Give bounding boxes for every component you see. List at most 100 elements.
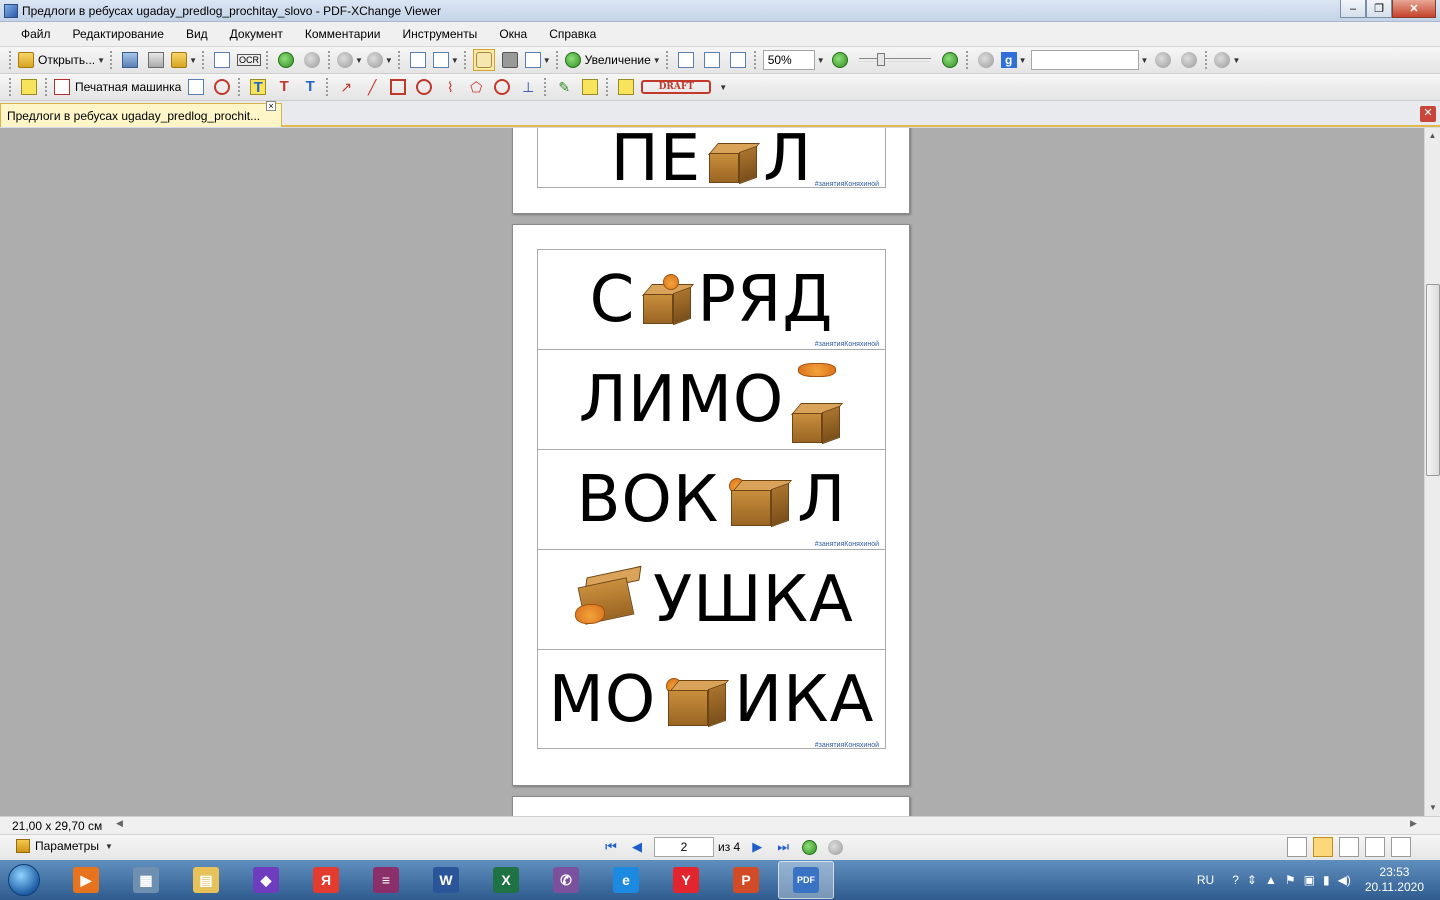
snapshot-button[interactable] <box>499 49 521 71</box>
zoom-slider[interactable] <box>858 53 931 66</box>
minimize-button[interactable]: – <box>1340 0 1366 18</box>
taskbar-app-button[interactable]: ≡ <box>358 861 414 899</box>
tray-arrows-icon[interactable]: ⇕ <box>1247 873 1257 887</box>
find-next-button[interactable] <box>1178 49 1200 71</box>
previous-view-icon[interactable] <box>800 838 818 856</box>
polyline-tool-button[interactable]: ⌇ <box>439 76 461 98</box>
taskbar-app-button[interactable]: Я <box>298 861 354 899</box>
taskbar-app-button[interactable]: X <box>478 861 534 899</box>
taskbar-app-button[interactable]: PDF <box>778 861 834 899</box>
taskbar-app-button[interactable]: ◆ <box>238 861 294 899</box>
fit-page-button[interactable] <box>701 49 723 71</box>
network-icon[interactable]: ▮ <box>1323 873 1330 887</box>
language-indicator[interactable]: RU <box>1197 873 1214 887</box>
menu-edit[interactable]: Редактирование <box>62 27 175 41</box>
typewriter-button[interactable]: Печатная машинка <box>54 76 181 98</box>
binoculars-button[interactable] <box>975 49 997 71</box>
start-button[interactable] <box>0 860 48 900</box>
taskbar-app-button[interactable]: ✆ <box>538 861 594 899</box>
toolbar-grip[interactable] <box>9 51 13 69</box>
clock[interactable]: 23:53 20.11.2020 <box>1365 865 1424 895</box>
save-button[interactable] <box>119 49 141 71</box>
vertical-scrollbar[interactable]: ▲ ▼ <box>1424 128 1440 816</box>
taskbar-app-button[interactable]: Y <box>658 861 714 899</box>
split-view-icon[interactable] <box>1391 837 1411 857</box>
show-hidden-icons[interactable]: ▲ <box>1265 873 1277 887</box>
maximize-button[interactable]: ❐ <box>1366 0 1392 18</box>
zoom-tool-button[interactable]: Увеличение ▼ <box>564 49 661 71</box>
document-tab[interactable]: Предлоги в ребусах ugaday_predlog_prochi… <box>0 103 282 127</box>
search-field[interactable]: ▼ <box>1030 49 1148 71</box>
eraser-tool-button[interactable] <box>579 76 601 98</box>
zoom-in-button[interactable] <box>939 49 961 71</box>
select-tool-button[interactable]: ▼ <box>524 49 551 71</box>
scroll-left-icon[interactable]: ◀ <box>116 818 123 829</box>
arrow-tool-button[interactable]: ↗ <box>335 76 357 98</box>
note-button[interactable] <box>18 76 40 98</box>
textbox-button[interactable] <box>185 76 207 98</box>
line-tool-button[interactable]: ╱ <box>361 76 383 98</box>
back-button[interactable] <box>275 49 297 71</box>
page-number-input[interactable]: 2 <box>654 837 714 857</box>
settings-button[interactable]: ▼ <box>1214 49 1240 71</box>
forward-button[interactable] <box>301 49 323 71</box>
highlight-button[interactable]: T <box>247 76 269 98</box>
strikeout-button[interactable]: T <box>273 76 295 98</box>
cloud-tool-button[interactable] <box>491 76 513 98</box>
polygon-tool-button[interactable]: ⬠ <box>465 76 487 98</box>
close-button[interactable]: ✕ <box>1392 0 1436 18</box>
continuous-facing-icon[interactable] <box>1365 837 1385 857</box>
menu-comments[interactable]: Комментарии <box>294 27 392 41</box>
pin-tool-button[interactable]: ⊥ <box>517 76 539 98</box>
callout-button[interactable] <box>211 76 233 98</box>
close-document-button[interactable]: ✕ <box>1420 106 1436 122</box>
print-button[interactable] <box>145 49 167 71</box>
taskbar-app-button[interactable]: e <box>598 861 654 899</box>
export-button[interactable]: ▼ <box>171 49 197 71</box>
taskbar-app-button[interactable]: ▦ <box>118 861 174 899</box>
action-center-icon[interactable]: ⚑ <box>1285 873 1296 887</box>
menu-help[interactable]: Справка <box>538 27 607 41</box>
scroll-up-icon[interactable]: ▲ <box>1425 128 1440 144</box>
hand-tool-button[interactable] <box>472 49 495 71</box>
taskbar-app-button[interactable]: W <box>418 861 474 899</box>
zoom-slider-thumb[interactable] <box>876 53 885 66</box>
taskbar-app-button[interactable]: ▶ <box>58 861 114 899</box>
rotate-button[interactable] <box>407 49 429 71</box>
scroll-down-icon[interactable]: ▼ <box>1425 800 1440 816</box>
actual-size-button[interactable] <box>675 49 697 71</box>
pages-button[interactable]: ▼ <box>432 49 459 71</box>
taskbar-app-button[interactable]: ▤ <box>178 861 234 899</box>
pencil-tool-button[interactable]: ✎ <box>553 76 575 98</box>
previous-page-icon[interactable]: ◀ <box>628 838 646 856</box>
parameters-button[interactable]: Параметры ▼ <box>16 839 113 853</box>
google-search-button[interactable]: g ▼ <box>1000 49 1027 71</box>
open-button[interactable]: Открыть... ▼ <box>18 49 105 71</box>
ocr-button[interactable]: OCR <box>236 49 261 71</box>
single-page-icon[interactable] <box>1287 837 1307 857</box>
menu-windows[interactable]: Окна <box>488 27 538 41</box>
first-page-icon[interactable]: ⏮ <box>602 838 620 856</box>
oval-tool-button[interactable] <box>413 76 435 98</box>
device-icon[interactable]: ▣ <box>1304 873 1315 887</box>
menu-view[interactable]: Вид <box>175 27 219 41</box>
search-input[interactable] <box>1030 50 1139 70</box>
zoom-out-button[interactable] <box>829 49 851 71</box>
next-view-icon[interactable] <box>826 838 844 856</box>
undo-button[interactable]: ▼ <box>336 49 363 71</box>
stamp-select[interactable]: DRAFT ▼ <box>641 76 727 98</box>
scroll-right-icon[interactable]: ▶ <box>1410 818 1417 829</box>
document-view[interactable]: ПЕ Л #занятияКоняхиной С РЯД #занятияКон… <box>0 128 1424 816</box>
zoom-value[interactable]: 50% <box>762 50 815 70</box>
find-prev-button[interactable] <box>1152 49 1174 71</box>
redo-button[interactable]: ▼ <box>366 49 393 71</box>
stamp-tool-button[interactable] <box>615 76 637 98</box>
volume-icon[interactable]: ◀) <box>1338 873 1351 887</box>
help-icon[interactable]: ? <box>1232 873 1239 887</box>
rectangle-tool-button[interactable] <box>387 76 409 98</box>
next-page-icon[interactable]: ▶ <box>748 838 766 856</box>
zoom-select[interactable]: 50% ▼ <box>762 49 825 71</box>
last-page-icon[interactable]: ⏭ <box>774 838 792 856</box>
underline-button[interactable]: T <box>299 76 321 98</box>
scrollbar-thumb[interactable] <box>1426 284 1440 476</box>
